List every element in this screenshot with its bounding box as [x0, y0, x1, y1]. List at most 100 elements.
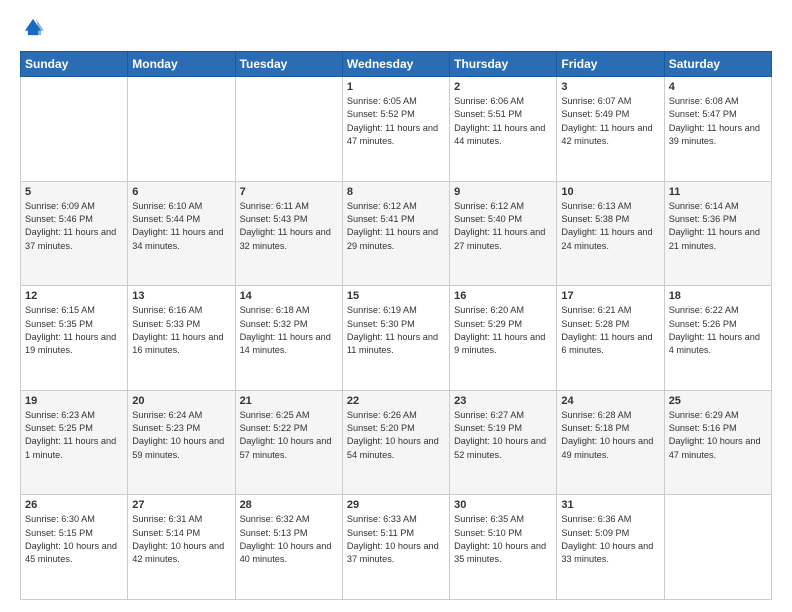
day-cell: 28Sunrise: 6:32 AMSunset: 5:13 PMDayligh… [235, 495, 342, 600]
day-cell: 17Sunrise: 6:21 AMSunset: 5:28 PMDayligh… [557, 286, 664, 391]
day-cell: 10 Sunrise: 6:13 AMSunset: 5:38 PMDayligh… [557, 181, 664, 286]
day-cell: 6Sunrise: 6:10 AMSunset: 5:44 PMDaylight… [128, 181, 235, 286]
day-info: Sunrise: 6:25 AMSunset: 5:22 PMDaylight:… [240, 409, 338, 462]
weekday-saturday: Saturday [664, 52, 771, 77]
day-number: 27 [132, 499, 230, 511]
day-cell: 22 Sunrise: 6:26 AMSunset: 5:20 PMDayligh… [342, 390, 449, 495]
day-info: Sunrise: 6:33 AMSunset: 5:11 PMDaylight:… [347, 513, 445, 566]
weekday-wednesday: Wednesday [342, 52, 449, 77]
day-info: Sunrise: 6:05 AMSunset: 5:52 PMDaylight:… [347, 95, 445, 148]
logo [20, 16, 46, 43]
day-info: Sunrise: 6:29 AMSunset: 5:16 PMDaylight:… [669, 409, 767, 462]
day-number: 3 [561, 81, 659, 93]
day-info: Sunrise: 6:14 AMSunset: 5:36 PMDaylight:… [669, 200, 767, 253]
page: SundayMondayTuesdayWednesdayThursdayFrid… [0, 0, 792, 612]
day-info: Sunrise: 6:15 AMSunset: 5:35 PMDaylight:… [25, 304, 123, 357]
day-cell: 30Sunrise: 6:35 AMSunset: 5:10 PMDayligh… [450, 495, 557, 600]
day-info: Sunrise: 6:35 AMSunset: 5:10 PMDaylight:… [454, 513, 552, 566]
day-number: 31 [561, 499, 659, 511]
day-number: 18 [669, 290, 767, 302]
day-number: 5 [25, 186, 123, 198]
week-row-4: 19 Sunrise: 6:23 AMSunset: 5:25 PMDayligh… [21, 390, 772, 495]
day-info: Sunrise: 6:11 AMSunset: 5:43 PMDaylight:… [240, 200, 338, 253]
day-info: Sunrise: 6:12 AMSunset: 5:40 PMDaylight:… [454, 200, 552, 253]
weekday-tuesday: Tuesday [235, 52, 342, 77]
day-info: Sunrise: 6:30 AMSunset: 5:15 PMDaylight:… [25, 513, 123, 566]
week-row-3: 12Sunrise: 6:15 AMSunset: 5:35 PMDayligh… [21, 286, 772, 391]
day-cell: 9Sunrise: 6:12 AMSunset: 5:40 PMDaylight… [450, 181, 557, 286]
day-cell: 29Sunrise: 6:33 AMSunset: 5:11 PMDayligh… [342, 495, 449, 600]
day-number: 23 [454, 395, 552, 407]
day-number: 8 [347, 186, 445, 198]
day-number: 14 [240, 290, 338, 302]
day-info: Sunrise: 6:26 AMSunset: 5:20 PMDaylight:… [347, 409, 445, 462]
logo-icon [22, 16, 44, 38]
day-info: Sunrise: 6:13 AMSunset: 5:38 PMDaylight:… [561, 200, 659, 253]
day-number: 6 [132, 186, 230, 198]
week-row-1: 1 Sunrise: 6:05 AMSunset: 5:52 PMDaylight… [21, 77, 772, 182]
day-number: 10 [561, 186, 659, 198]
day-cell [21, 77, 128, 182]
day-cell: 23 Sunrise: 6:27 AMSunset: 5:19 PMDayligh… [450, 390, 557, 495]
day-info: Sunrise: 6:09 AMSunset: 5:46 PMDaylight:… [25, 200, 123, 253]
day-cell: 13 Sunrise: 6:16 AMSunset: 5:33 PMDayligh… [128, 286, 235, 391]
day-number: 13 [132, 290, 230, 302]
day-number: 22 [347, 395, 445, 407]
day-number: 15 [347, 290, 445, 302]
day-number: 24 [561, 395, 659, 407]
day-number: 4 [669, 81, 767, 93]
day-info: Sunrise: 6:16 AMSunset: 5:33 PMDaylight:… [132, 304, 230, 357]
day-info: Sunrise: 6:28 AMSunset: 5:18 PMDaylight:… [561, 409, 659, 462]
day-cell: 21 Sunrise: 6:25 AMSunset: 5:22 PMDayligh… [235, 390, 342, 495]
day-info: Sunrise: 6:08 AMSunset: 5:47 PMDaylight:… [669, 95, 767, 148]
day-cell: 14 Sunrise: 6:18 AMSunset: 5:32 PMDayligh… [235, 286, 342, 391]
day-cell: 4 Sunrise: 6:08 AMSunset: 5:47 PMDaylight… [664, 77, 771, 182]
day-cell: 19 Sunrise: 6:23 AMSunset: 5:25 PMDayligh… [21, 390, 128, 495]
day-cell [128, 77, 235, 182]
day-cell: 15 Sunrise: 6:19 AMSunset: 5:30 PMDayligh… [342, 286, 449, 391]
day-info: Sunrise: 6:20 AMSunset: 5:29 PMDaylight:… [454, 304, 552, 357]
day-cell: 27 Sunrise: 6:31 AMSunset: 5:14 PMDayligh… [128, 495, 235, 600]
day-number: 19 [25, 395, 123, 407]
day-info: Sunrise: 6:27 AMSunset: 5:19 PMDaylight:… [454, 409, 552, 462]
day-info: Sunrise: 6:24 AMSunset: 5:23 PMDaylight:… [132, 409, 230, 462]
week-row-2: 5 Sunrise: 6:09 AMSunset: 5:46 PMDaylight… [21, 181, 772, 286]
day-cell: 31 Sunrise: 6:36 AMSunset: 5:09 PMDayligh… [557, 495, 664, 600]
weekday-thursday: Thursday [450, 52, 557, 77]
day-number: 21 [240, 395, 338, 407]
day-cell: 3 Sunrise: 6:07 AMSunset: 5:49 PMDaylight… [557, 77, 664, 182]
day-info: Sunrise: 6:36 AMSunset: 5:09 PMDaylight:… [561, 513, 659, 566]
day-number: 20 [132, 395, 230, 407]
day-cell: 16Sunrise: 6:20 AMSunset: 5:29 PMDayligh… [450, 286, 557, 391]
day-cell: 12Sunrise: 6:15 AMSunset: 5:35 PMDayligh… [21, 286, 128, 391]
day-number: 2 [454, 81, 552, 93]
day-cell [235, 77, 342, 182]
day-info: Sunrise: 6:23 AMSunset: 5:25 PMDaylight:… [25, 409, 123, 462]
day-number: 28 [240, 499, 338, 511]
header [20, 16, 772, 43]
day-cell: 2 Sunrise: 6:06 AMSunset: 5:51 PMDaylight… [450, 77, 557, 182]
day-cell: 1 Sunrise: 6:05 AMSunset: 5:52 PMDaylight… [342, 77, 449, 182]
weekday-monday: Monday [128, 52, 235, 77]
day-cell: 11Sunrise: 6:14 AMSunset: 5:36 PMDayligh… [664, 181, 771, 286]
weekday-header-row: SundayMondayTuesdayWednesdayThursdayFrid… [21, 52, 772, 77]
day-cell: 24 Sunrise: 6:28 AMSunset: 5:18 PMDayligh… [557, 390, 664, 495]
day-number: 1 [347, 81, 445, 93]
week-row-5: 26 Sunrise: 6:30 AMSunset: 5:15 PMDayligh… [21, 495, 772, 600]
day-cell: 18Sunrise: 6:22 AMSunset: 5:26 PMDayligh… [664, 286, 771, 391]
day-info: Sunrise: 6:18 AMSunset: 5:32 PMDaylight:… [240, 304, 338, 357]
day-number: 25 [669, 395, 767, 407]
day-number: 7 [240, 186, 338, 198]
day-cell: 7 Sunrise: 6:11 AMSunset: 5:43 PMDaylight… [235, 181, 342, 286]
day-info: Sunrise: 6:06 AMSunset: 5:51 PMDaylight:… [454, 95, 552, 148]
day-number: 26 [25, 499, 123, 511]
day-info: Sunrise: 6:12 AMSunset: 5:41 PMDaylight:… [347, 200, 445, 253]
weekday-sunday: Sunday [21, 52, 128, 77]
day-cell: 25 Sunrise: 6:29 AMSunset: 5:16 PMDayligh… [664, 390, 771, 495]
day-info: Sunrise: 6:31 AMSunset: 5:14 PMDaylight:… [132, 513, 230, 566]
calendar-table: SundayMondayTuesdayWednesdayThursdayFrid… [20, 51, 772, 600]
day-info: Sunrise: 6:07 AMSunset: 5:49 PMDaylight:… [561, 95, 659, 148]
day-info: Sunrise: 6:21 AMSunset: 5:28 PMDaylight:… [561, 304, 659, 357]
day-cell: 20 Sunrise: 6:24 AMSunset: 5:23 PMDayligh… [128, 390, 235, 495]
day-info: Sunrise: 6:19 AMSunset: 5:30 PMDaylight:… [347, 304, 445, 357]
